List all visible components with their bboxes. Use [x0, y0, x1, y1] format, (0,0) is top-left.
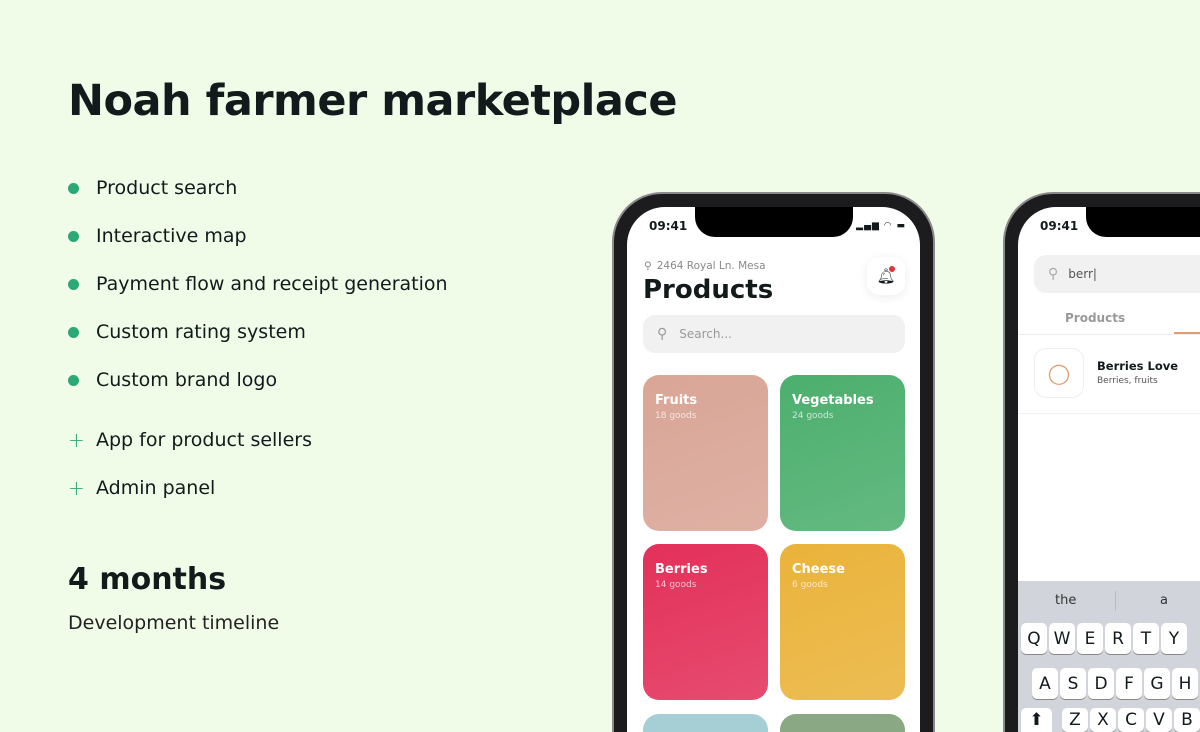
key-z[interactable]: Z	[1062, 708, 1088, 732]
key-y[interactable]: Y	[1161, 623, 1187, 654]
bullet-icon	[68, 182, 79, 194]
key-b[interactable]: B	[1174, 708, 1200, 732]
duration-label: Development timeline	[68, 612, 280, 634]
page-title: Noah farmer marketplace	[68, 76, 678, 126]
key-r[interactable]: R	[1105, 623, 1131, 654]
feature-label: Payment flow and receipt generation	[96, 273, 448, 295]
feature-item: + Admin panel	[68, 477, 215, 499]
location[interactable]: ⚲ 2464 Royal Ln. Mesa	[644, 260, 766, 272]
category-count: 6 goods	[792, 580, 828, 590]
key-e[interactable]: E	[1077, 623, 1103, 654]
key-v[interactable]: V	[1146, 708, 1172, 732]
key-s[interactable]: S	[1060, 668, 1086, 699]
key-c[interactable]: C	[1118, 708, 1144, 732]
feature-label: Product search	[96, 177, 238, 199]
category-card-cheese[interactable]: Cheese 6 goods	[780, 544, 905, 700]
result-tags: Berries, fruits	[1097, 376, 1158, 386]
search-value: berr|	[1068, 267, 1097, 281]
products-heading: Products	[643, 275, 774, 305]
key-q[interactable]: Q	[1021, 623, 1047, 654]
feature-item: Custom rating system	[68, 321, 306, 343]
key-g[interactable]: G	[1144, 668, 1170, 699]
notification-dot	[889, 266, 895, 272]
status-time: 09:41	[649, 219, 688, 233]
feature-label: Custom rating system	[96, 321, 306, 343]
key-w[interactable]: W	[1049, 623, 1075, 654]
key-d[interactable]: D	[1088, 668, 1114, 699]
notification-button[interactable]: 🔔︎	[867, 257, 905, 295]
bullet-icon	[68, 278, 79, 290]
suggestion[interactable]: the	[1055, 593, 1076, 608]
search-icon: ⚲	[1048, 266, 1059, 282]
location-pin-icon: ⚲	[644, 260, 652, 272]
feature-item: + App for product sellers	[68, 429, 312, 451]
feature-label: Interactive map	[96, 225, 247, 247]
feature-item: Interactive map	[68, 225, 247, 247]
notch	[695, 207, 853, 237]
category-count: 24 goods	[792, 411, 834, 421]
category-card-fruits[interactable]: Fruits 18 goods	[643, 375, 768, 531]
bullet-icon	[68, 374, 79, 386]
plus-icon: +	[68, 476, 85, 500]
location-text: 2464 Royal Ln. Mesa	[656, 260, 766, 272]
category-count: 18 goods	[655, 411, 697, 421]
phone-search: 09:41 ⚲ berr| Products ◯ Berries Love Ber…	[1003, 192, 1200, 732]
category-card[interactable]	[780, 714, 905, 732]
feature-label: Admin panel	[96, 477, 216, 499]
status-time: 09:41	[1040, 219, 1079, 233]
tab-products[interactable]: Products	[1065, 311, 1125, 325]
bullet-icon	[68, 230, 79, 242]
feature-item: Custom brand logo	[68, 369, 277, 391]
keyboard[interactable]: the a QWERTY ASDFGH ZXCVB ⬆	[1018, 581, 1200, 732]
notch	[1086, 207, 1200, 237]
plus-icon: +	[68, 428, 85, 452]
brand-logo: ◯	[1034, 348, 1084, 398]
duration: 4 months	[68, 562, 227, 597]
phone-products: 09:41 ▂▄▆ ◠ ▬ ⚲ 2464 Royal Ln. Mesa Produ…	[612, 192, 935, 732]
feature-label: Custom brand logo	[96, 369, 278, 391]
shift-key[interactable]: ⬆	[1021, 708, 1052, 732]
key-a[interactable]: A	[1032, 668, 1058, 699]
key-t[interactable]: T	[1133, 623, 1159, 654]
category-count: 14 goods	[655, 580, 697, 590]
feature-label: App for product sellers	[96, 429, 312, 451]
search-icon: ⚲	[657, 326, 668, 342]
category-card[interactable]	[643, 714, 768, 732]
search-placeholder: Search...	[679, 327, 732, 341]
feature-item: Payment flow and receipt generation	[68, 273, 448, 295]
bullet-icon	[68, 326, 79, 338]
category-name: Cheese	[792, 562, 845, 577]
category-name: Fruits	[655, 393, 698, 408]
category-name: Berries	[655, 562, 708, 577]
suggestion[interactable]: a	[1160, 593, 1168, 608]
result-item[interactable]: ◯ Berries Love Berries, fruits	[1034, 348, 1200, 408]
status-icons: ▂▄▆ ◠ ▬	[856, 221, 906, 231]
search-input[interactable]: ⚲ berr|	[1034, 255, 1200, 293]
category-card-berries[interactable]: Berries 14 goods	[643, 544, 768, 700]
result-name: Berries Love	[1097, 359, 1179, 373]
search-input[interactable]: ⚲ Search...	[643, 315, 905, 353]
key-h[interactable]: H	[1172, 668, 1198, 699]
category-card-vegetables[interactable]: Vegetables 24 goods	[780, 375, 905, 531]
category-name: Vegetables	[792, 393, 874, 408]
key-x[interactable]: X	[1090, 708, 1116, 732]
key-f[interactable]: F	[1116, 668, 1142, 699]
feature-item: Product search	[68, 177, 237, 199]
